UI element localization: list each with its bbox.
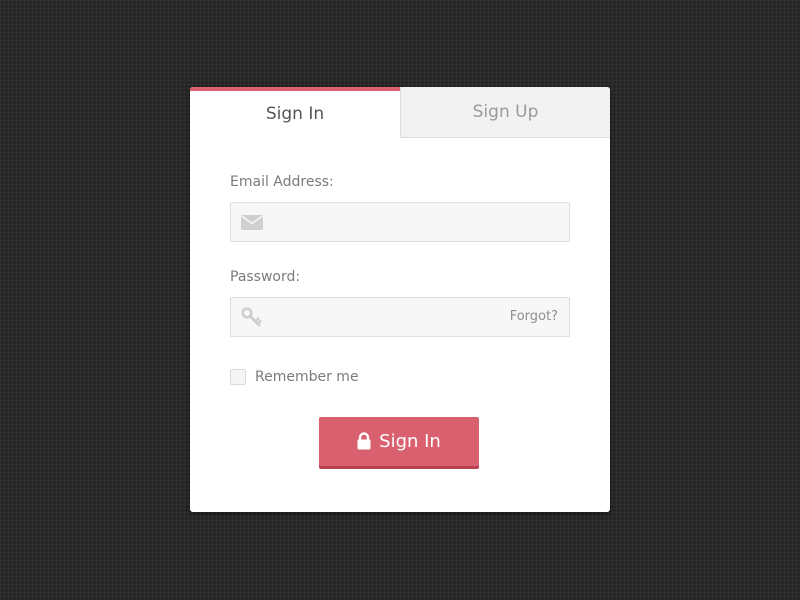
- auth-tabs: Sign In Sign Up: [190, 87, 610, 138]
- tab-sign-in-label: Sign In: [265, 103, 325, 124]
- sign-in-button[interactable]: Sign In: [319, 417, 479, 469]
- email-field-wrapper: [230, 202, 570, 242]
- key-icon: [241, 307, 262, 327]
- tab-sign-in[interactable]: Sign In: [190, 87, 400, 138]
- sign-in-button-label: Sign In: [379, 431, 441, 452]
- email-input[interactable]: [273, 203, 503, 241]
- password-field-wrapper: Forgot?: [230, 297, 570, 337]
- envelope-icon: [241, 215, 263, 230]
- tab-sign-up[interactable]: Sign Up: [400, 87, 610, 138]
- password-label: Password:: [230, 269, 301, 285]
- forgot-password-link[interactable]: Forgot?: [510, 309, 558, 324]
- remember-me-checkbox[interactable]: [230, 369, 246, 385]
- remember-me-label: Remember me: [255, 369, 359, 385]
- sign-in-card: Sign In Sign Up Email Address: Password:…: [190, 87, 610, 512]
- password-input[interactable]: [273, 298, 503, 336]
- remember-me-row[interactable]: Remember me: [230, 368, 359, 386]
- email-label: Email Address:: [230, 174, 334, 190]
- lock-icon: [357, 431, 371, 449]
- tab-sign-up-label: Sign Up: [472, 102, 539, 122]
